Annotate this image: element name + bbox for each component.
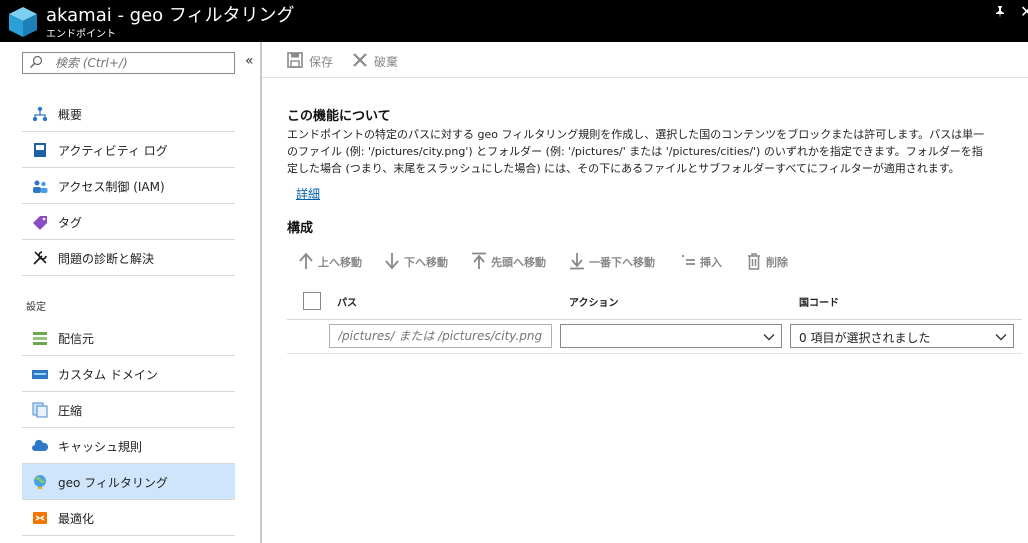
pin-icon[interactable] (993, 5, 1007, 23)
close-icon[interactable]: ✕ (1020, 2, 1028, 21)
sidebar-item-label: 配信元 (58, 332, 95, 346)
sidebar-item-label: 問題の診断と解決 (58, 252, 155, 266)
rules-table-header: パス アクション 国コード (287, 284, 1022, 320)
sidebar-item-optimization[interactable]: 最適化 (22, 500, 235, 536)
sidebar-item-label: タグ (58, 216, 83, 230)
table-row: 0 項目が選択されました (287, 320, 1022, 354)
move-down-label: 下へ移動 (404, 256, 448, 269)
sidebar-item-label: アクセス制御 (IAM) (58, 180, 165, 194)
column-header-country: 国コード (799, 298, 839, 309)
sidebar-item-label: geo フィルタリング (58, 476, 168, 490)
sidebar-item-overview[interactable]: 概要 (22, 96, 235, 132)
domain-icon (32, 370, 48, 379)
about-heading: この機能について (287, 109, 391, 124)
move-up-label: 上へ移動 (318, 256, 362, 269)
country-select-value: 0 項目が選択されました (799, 331, 931, 345)
about-description: エンドポイントの特定のパスに対する geo フィルタリング規則を作成し、選択した… (287, 128, 985, 175)
log-icon (34, 143, 46, 157)
compress-icon (32, 402, 48, 418)
sidebar-item-tags[interactable]: タグ (22, 204, 235, 240)
people-icon (33, 180, 48, 193)
blade-subtitle: エンドポイント (46, 29, 116, 40)
resource-menu: « 概要 アクティビティ ログ アクセス制御 (IAM) タグ 問題の診断と解決 (0, 42, 260, 543)
trash-icon (748, 253, 760, 270)
arrow-up-icon (299, 252, 313, 269)
command-bar: 保存 破棄 (262, 42, 1028, 78)
move-top-icon (472, 252, 486, 269)
cube-icon (9, 7, 37, 37)
blade-title: akamai - geo フィルタリング (46, 5, 295, 26)
sidebar-item-caching-rules[interactable]: キャッシュ規則 (22, 428, 235, 464)
collapse-menu-icon[interactable]: « (245, 53, 254, 69)
config-heading: 構成 (287, 221, 314, 236)
optimize-icon (33, 512, 47, 524)
insert-icon (682, 255, 695, 265)
search-input[interactable] (55, 53, 230, 73)
main-content: 保存 破棄 この機能について エンドポイントの特定のパスに対する geo フィル… (262, 42, 1028, 543)
column-header-action: アクション (569, 298, 619, 309)
sidebar-item-geo-filtering[interactable]: geo フィルタリング (22, 464, 235, 500)
cloud-icon (32, 439, 48, 451)
chevron-down-icon (763, 334, 775, 341)
sidebar-item-label: 最適化 (58, 512, 95, 526)
move-bottom-icon (570, 253, 584, 270)
save-icon (287, 52, 303, 68)
learn-more-link[interactable]: 詳細 (296, 185, 320, 202)
sidebar-item-label: 圧縮 (58, 404, 83, 418)
sidebar-item-label: キャッシュ規則 (58, 440, 143, 454)
network-icon (32, 106, 48, 122)
settings-section-label: 設定 (26, 302, 46, 313)
sidebar-item-diagnose[interactable]: 問題の診断と解決 (22, 240, 235, 276)
path-input[interactable] (329, 324, 552, 348)
select-all-checkbox[interactable] (303, 292, 321, 310)
chevron-down-icon (995, 334, 1007, 341)
origin-icon (33, 332, 47, 345)
action-select[interactable] (560, 324, 782, 348)
discard-label: 破棄 (374, 55, 399, 69)
column-header-path: パス (337, 298, 357, 309)
save-label: 保存 (309, 55, 334, 69)
sidebar-item-activity-log[interactable]: アクティビティ ログ (22, 132, 235, 168)
sidebar-item-iam[interactable]: アクセス制御 (IAM) (22, 168, 235, 204)
sidebar-item-label: カスタム ドメイン (58, 368, 158, 382)
sidebar-item-custom-domain[interactable]: カスタム ドメイン (22, 356, 235, 392)
wrench-icon (33, 251, 47, 265)
search-icon (30, 55, 43, 68)
title-bar: akamai - geo フィルタリング エンドポイント ✕ (0, 0, 1028, 42)
sidebar-item-origin[interactable]: 配信元 (22, 320, 235, 356)
arrow-down-icon (385, 253, 399, 270)
discard-icon (353, 53, 367, 67)
delete-label: 削除 (766, 256, 788, 269)
sidebar-item-label: アクティビティ ログ (58, 144, 168, 158)
search-box[interactable] (22, 52, 235, 74)
move-top-label: 先頭へ移動 (491, 256, 546, 269)
sidebar-item-compression[interactable]: 圧縮 (22, 392, 235, 428)
country-code-select[interactable]: 0 項目が選択されました (790, 324, 1014, 348)
move-bottom-label: 一番下へ移動 (589, 256, 655, 269)
globe-icon (34, 475, 46, 489)
sidebar-item-label: 概要 (58, 108, 83, 122)
tag-icon (33, 216, 47, 230)
insert-label: 挿入 (700, 256, 722, 269)
